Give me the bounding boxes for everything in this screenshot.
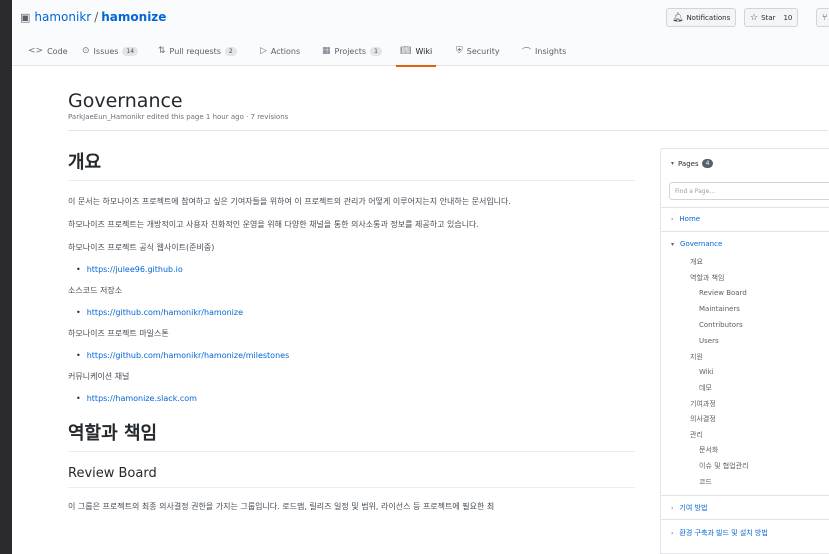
toc-item[interactable]: Review Board xyxy=(699,289,747,297)
page-edit-meta: ParkJaeEun_Hamonikr edited this page 1 h… xyxy=(68,113,289,121)
star-label: Star xyxy=(761,13,776,22)
pages-label: Pages xyxy=(678,159,699,168)
shield-icon: ⛨ xyxy=(456,46,463,56)
fork-button[interactable]: ⑂ xyxy=(816,8,829,27)
tab-code[interactable]: <> Code xyxy=(28,36,68,66)
tab-pull-requests-count: 2 xyxy=(224,46,237,56)
sidebar-divider xyxy=(661,207,829,208)
tab-insights[interactable]: ⌒ Insights xyxy=(522,36,566,66)
repo-separator: / xyxy=(94,10,99,24)
code-icon: <> xyxy=(28,46,44,56)
project-icon: ▦ xyxy=(322,46,331,56)
tab-wiki[interactable]: 📖︎ Wiki xyxy=(395,36,437,67)
caret-right-icon: › xyxy=(671,505,674,512)
toc-item[interactable]: Users xyxy=(699,337,719,345)
caret-down-icon: ▾ xyxy=(671,160,675,167)
repo-header: ▣ hamonikr / hamonize 🔔︎ Notifications ☆ Star… xyxy=(12,0,829,36)
tab-insights-label: Insights xyxy=(535,46,567,56)
pages-count: 4 xyxy=(701,159,714,168)
wiki-sidebar: ▾ Pages 4 Find a Page... › Home ▾ Governance… xyxy=(660,148,829,554)
tab-code-label: Code xyxy=(47,46,68,56)
repo-icon: ▣ xyxy=(20,11,31,24)
tab-projects-label: Projects xyxy=(334,46,367,56)
repo-nav-tabs: <> Code ⊙ Issues 14 ⇅ Pull requests 2 ▷ Action… xyxy=(12,36,829,67)
sidebar-item-home-label: Home xyxy=(679,215,701,223)
milestone-link[interactable]: https://github.com/hamonikr/hamonize/mil… xyxy=(68,351,635,360)
tab-actions[interactable]: ▷ Actions xyxy=(260,36,300,66)
toc-item[interactable]: Wiki xyxy=(699,368,714,376)
page-title: Governance xyxy=(68,90,183,112)
toc-item[interactable]: 기여과정 xyxy=(690,399,716,409)
toc-item[interactable]: 이슈 및 협업관리 xyxy=(699,461,749,471)
milestone-label: 하모나이즈 프로젝트 마일스톤 xyxy=(68,329,169,338)
sidebar-item-home[interactable]: › Home xyxy=(671,215,700,223)
tab-issues[interactable]: ⊙ Issues 14 xyxy=(82,36,139,66)
fork-icon: ⑂ xyxy=(822,12,828,23)
toc-item[interactable]: 문서화 xyxy=(699,445,718,455)
tab-pull-requests-label: Pull requests xyxy=(169,46,221,56)
sidebar-divider xyxy=(661,519,829,520)
caret-right-icon: › xyxy=(671,216,674,223)
pull-request-icon: ⇅ xyxy=(158,46,166,56)
toc-item[interactable]: 코드 xyxy=(699,477,712,487)
sidebar-item-contrib-label: 기여 방법 xyxy=(679,504,708,512)
source-link[interactable]: https://github.com/hamonikr/hamonize xyxy=(68,308,635,317)
sidebar-item-governance-label: Governance xyxy=(680,240,723,248)
star-count: 10 xyxy=(783,13,793,22)
heading-review-board: Review Board xyxy=(68,466,635,488)
sidebar-item-build-label: 환경 구축과 빌드 및 설치 방법 xyxy=(679,529,768,537)
toc-item[interactable]: 지원 xyxy=(690,352,703,362)
intro-paragraph: 이 문서는 하모나이즈 프로젝트에 참여하고 싶은 기여자들을 위하여 이 프로… xyxy=(68,197,511,206)
toc-item[interactable]: 관리 xyxy=(690,430,703,440)
tab-issues-label: Issues xyxy=(93,46,119,56)
bell-icon: 🔔︎ xyxy=(672,12,684,23)
toc-item[interactable]: Contributors xyxy=(699,321,743,329)
sidebar-divider xyxy=(661,231,829,232)
caret-down-icon: ▾ xyxy=(671,241,675,248)
caret-right-icon: › xyxy=(671,530,674,537)
website-link[interactable]: https://julee96.github.io xyxy=(68,265,635,274)
tab-projects[interactable]: ▦ Projects 1 xyxy=(322,36,382,66)
notifications-button[interactable]: 🔔︎ Notifications xyxy=(666,8,737,27)
pages-toggle[interactable]: ▾ Pages 4 xyxy=(671,159,714,168)
tab-pull-requests[interactable]: ⇅ Pull requests 2 xyxy=(158,36,237,66)
toc-item[interactable]: Maintainers xyxy=(699,305,740,313)
sidebar-item-governance[interactable]: ▾ Governance xyxy=(671,240,722,248)
toc-item[interactable]: 개요 xyxy=(690,257,703,267)
source-label: 소스코드 저장소 xyxy=(68,286,123,295)
tab-projects-count: 1 xyxy=(370,46,382,56)
tab-security-label: Security xyxy=(466,46,500,56)
toc-item[interactable]: 의사결정 xyxy=(690,414,716,424)
repo-breadcrumb: ▣ hamonikr / hamonize xyxy=(20,10,166,24)
github-wiki-page: ▣ hamonikr / hamonize 🔔︎ Notifications ☆ Star… xyxy=(12,0,829,554)
tab-issues-count: 14 xyxy=(122,46,139,56)
sidebar-divider xyxy=(661,495,829,496)
tab-security[interactable]: ⛨ Security xyxy=(456,36,500,66)
sidebar-item-contrib[interactable]: › 기여 방법 xyxy=(671,503,707,513)
intro-paragraph-2: 하모나이즈 프로젝트는 개방적이고 사용자 친화적인 운영을 위해 다양한 채널… xyxy=(68,220,479,229)
website-label: 하모나이즈 프로젝트 공식 웹사이트(준비중) xyxy=(68,243,215,252)
wiki-content: 개요 이 문서는 하모나이즈 프로젝트에 참여하고 싶은 기여자들을 위하여 이… xyxy=(68,148,635,513)
repo-name-link[interactable]: hamonize xyxy=(101,10,166,24)
tab-actions-label: Actions xyxy=(270,46,301,56)
repo-owner-link[interactable]: hamonikr xyxy=(34,10,91,24)
title-divider xyxy=(68,130,828,131)
tab-wiki-label: Wiki xyxy=(415,46,433,56)
issue-icon: ⊙ xyxy=(82,46,90,56)
toc-item[interactable]: 데모 xyxy=(699,383,712,393)
graph-icon: ⌒ xyxy=(522,47,532,58)
heading-roles: 역할과 책임 xyxy=(68,419,635,452)
star-button[interactable]: ☆ Star 10 xyxy=(744,8,799,27)
find-page-input[interactable]: Find a Page... xyxy=(669,182,829,200)
community-link[interactable]: https://hamonize.slack.com xyxy=(68,394,635,403)
heading-overview: 개요 xyxy=(68,148,635,181)
star-icon: ☆ xyxy=(750,12,759,23)
play-icon: ▷ xyxy=(260,46,267,56)
toc-item[interactable]: 역할과 책임 xyxy=(690,273,724,283)
sidebar-item-build[interactable]: › 환경 구축과 빌드 및 설치 방법 xyxy=(671,528,768,538)
book-icon: 📖︎ xyxy=(400,46,412,56)
review-paragraph: 이 그룹은 프로젝트의 최종 의사결정 권한을 가지는 그룹입니다. 로드맵, … xyxy=(68,502,495,511)
notifications-label: Notifications xyxy=(686,13,731,22)
community-label: 커뮤니케이션 채널 xyxy=(68,372,130,381)
